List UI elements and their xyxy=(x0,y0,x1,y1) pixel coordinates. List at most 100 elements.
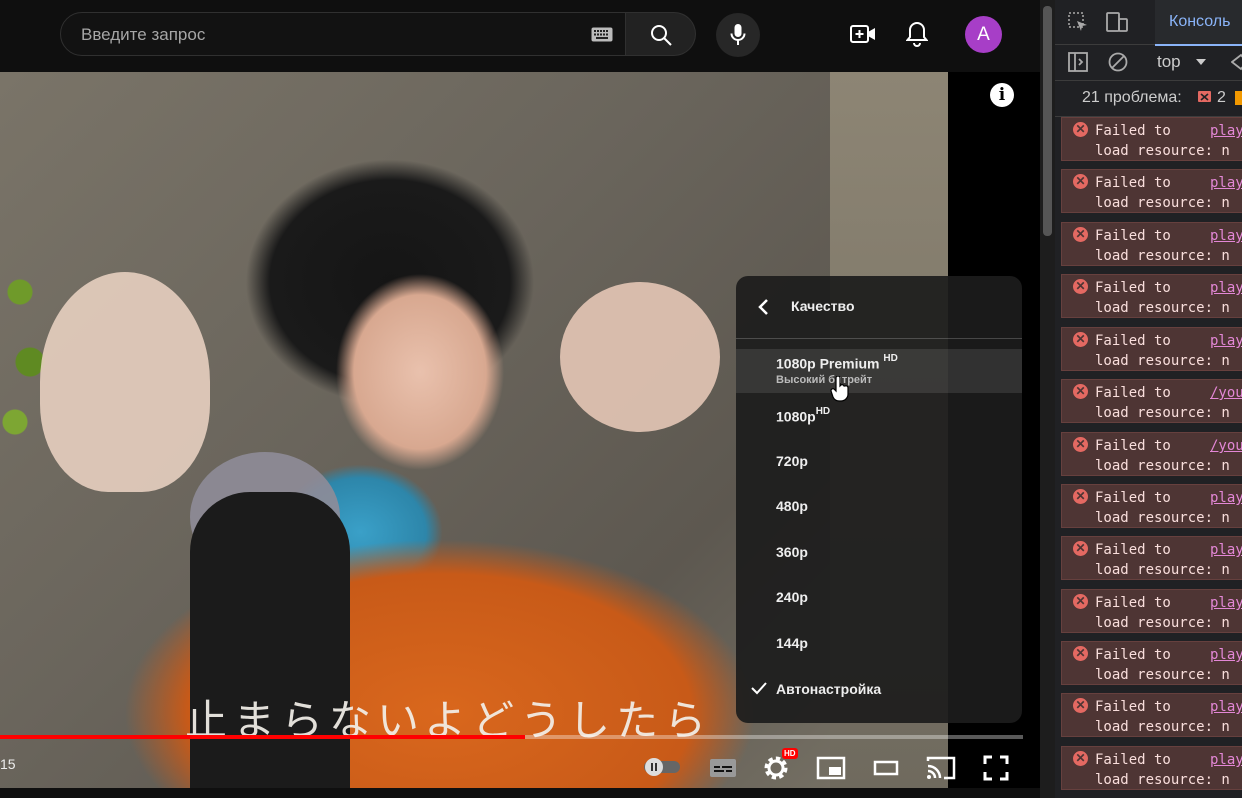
keyboard-icon[interactable] xyxy=(591,27,613,42)
issues-label: 21 проблема: xyxy=(1082,89,1182,106)
console-error-row[interactable]: ✕ Failed to play load resource: n xyxy=(1061,589,1242,633)
error-text-continued: load resource: n xyxy=(1095,615,1230,631)
quality-option-480p[interactable]: 480p xyxy=(736,485,1022,529)
error-text: Failed to xyxy=(1095,490,1171,506)
issues-bar[interactable]: 21 проблема: 2 xyxy=(1055,80,1242,117)
error-icon: ✕ xyxy=(1073,384,1088,399)
error-source-link[interactable]: play xyxy=(1210,542,1242,558)
fullscreen-icon[interactable] xyxy=(980,752,1012,784)
error-text-continued: load resource: n xyxy=(1095,248,1230,264)
error-icon: ✕ xyxy=(1073,594,1088,609)
error-icon: ✕ xyxy=(1073,174,1088,189)
error-text-continued: load resource: n xyxy=(1095,667,1230,683)
error-icon: ✕ xyxy=(1073,489,1088,504)
checkmark-icon xyxy=(751,682,767,695)
console-toolbar: top xyxy=(1055,44,1242,81)
search-input[interactable]: Введите запрос xyxy=(81,25,205,45)
error-source-link[interactable]: play xyxy=(1210,333,1242,349)
quality-label: 240p xyxy=(776,589,808,605)
console-error-row[interactable]: ✕ Failed to play load resource: n xyxy=(1061,484,1242,528)
progress-bar[interactable] xyxy=(0,735,1023,739)
sidebar-toggle-icon[interactable] xyxy=(1067,51,1089,73)
error-source-link[interactable]: play xyxy=(1210,228,1242,244)
quality-option-360p[interactable]: 360p xyxy=(736,531,1022,575)
console-error-row[interactable]: ✕ Failed to/you load resource: n xyxy=(1061,379,1242,423)
issues-error-count: 2 xyxy=(1217,89,1226,106)
quality-option-144p[interactable]: 144p xyxy=(736,622,1022,666)
error-source-link[interactable]: play xyxy=(1210,490,1242,506)
device-toolbar-icon[interactable] xyxy=(1105,11,1129,33)
quality-option-1080p[interactable]: 1080pHD xyxy=(736,394,1022,438)
quality-sublabel: Высокий битрейт xyxy=(776,374,873,386)
quality-option-1080p-premium[interactable]: 1080p Premium HD Высокий битрейт xyxy=(736,349,1022,393)
quality-label: 1080p Premium xyxy=(776,355,880,372)
error-icon: ✕ xyxy=(1073,437,1088,452)
account-avatar[interactable]: A xyxy=(965,16,1002,53)
quality-label: 480p xyxy=(776,498,808,514)
search-box[interactable]: Введите запрос xyxy=(60,12,626,56)
quality-option-auto[interactable]: Автонастройка xyxy=(736,668,1022,712)
error-text-continued: load resource: n xyxy=(1095,405,1230,421)
devtools-panel: Консоль top 21 проблема: 2 ✕ Failed to pla… xyxy=(1055,0,1242,798)
settings-button[interactable]: HD xyxy=(760,748,798,784)
tab-console-label: Консоль xyxy=(1169,13,1231,30)
error-source-link[interactable]: /you xyxy=(1210,385,1242,401)
error-source-link[interactable]: play xyxy=(1210,752,1242,768)
scrollbar-thumb[interactable] xyxy=(1043,6,1052,236)
quality-option-240p[interactable]: 240p xyxy=(736,576,1022,620)
microphone-icon xyxy=(730,24,746,45)
tab-console[interactable]: Консоль xyxy=(1155,0,1242,46)
back-chevron-icon[interactable] xyxy=(756,296,770,318)
subtitles-icon[interactable] xyxy=(707,752,739,784)
quality-menu-header[interactable]: Качество xyxy=(736,276,1022,339)
page-scrollbar[interactable] xyxy=(1040,0,1055,798)
autoplay-toggle[interactable] xyxy=(642,754,682,780)
error-source-link[interactable]: play xyxy=(1210,280,1242,296)
console-error-row[interactable]: ✕ Failed to play load resource: n xyxy=(1061,693,1242,737)
console-error-row[interactable]: ✕ Failed to play load resource: n xyxy=(1061,117,1242,161)
error-text: Failed to xyxy=(1095,333,1171,349)
notifications-bell-icon[interactable] xyxy=(906,21,928,47)
error-source-link[interactable]: play xyxy=(1210,595,1242,611)
error-icon: ✕ xyxy=(1073,646,1088,661)
error-text: Failed to xyxy=(1095,647,1171,663)
search-button[interactable] xyxy=(626,12,696,56)
devtools-toolbar: Консоль xyxy=(1055,0,1242,46)
error-text-continued: load resource: n xyxy=(1095,458,1230,474)
console-error-row[interactable]: ✕ Failed to play load resource: n xyxy=(1061,169,1242,213)
error-text-continued: load resource: n xyxy=(1095,353,1230,369)
console-error-row[interactable]: ✕ Failed to play load resource: n xyxy=(1061,536,1242,580)
console-error-row[interactable]: ✕ Failed to play load resource: n xyxy=(1061,274,1242,318)
console-error-row[interactable]: ✕ Failed to/you load resource: n xyxy=(1061,432,1242,476)
error-text: Failed to xyxy=(1095,123,1171,139)
error-source-link[interactable]: /you xyxy=(1210,438,1242,454)
quality-label: 720p xyxy=(776,453,808,469)
context-selector[interactable]: top xyxy=(1157,52,1181,72)
cast-icon[interactable] xyxy=(925,752,957,784)
console-error-row[interactable]: ✕ Failed to play load resource: n xyxy=(1061,222,1242,266)
console-error-row[interactable]: ✕ Failed to play load resource: n xyxy=(1061,641,1242,685)
error-source-link[interactable]: play xyxy=(1210,123,1242,139)
create-video-icon[interactable] xyxy=(850,23,876,45)
quality-label: 144p xyxy=(776,635,808,651)
error-source-link[interactable]: play xyxy=(1210,699,1242,715)
error-icon: ✕ xyxy=(1073,279,1088,294)
error-text-continued: load resource: n xyxy=(1095,719,1230,735)
quality-menu-title: Качество xyxy=(791,298,855,314)
error-icon: ✕ xyxy=(1073,332,1088,347)
inspect-element-icon[interactable] xyxy=(1067,11,1089,33)
theater-mode-icon[interactable] xyxy=(870,752,902,784)
miniplayer-icon[interactable] xyxy=(815,752,847,784)
chevron-down-icon[interactable] xyxy=(1195,57,1207,67)
clear-console-icon[interactable] xyxy=(1107,51,1129,73)
console-error-row[interactable]: ✕ Failed to play load resource: n xyxy=(1061,327,1242,371)
error-source-link[interactable]: play xyxy=(1210,175,1242,191)
voice-search-button[interactable] xyxy=(716,13,760,57)
error-icon: ✕ xyxy=(1073,751,1088,766)
error-text-continued: load resource: n xyxy=(1095,143,1230,159)
console-error-row[interactable]: ✕ Failed to play load resource: n xyxy=(1061,746,1242,790)
eye-icon[interactable] xyxy=(1231,52,1242,72)
error-source-link[interactable]: play xyxy=(1210,647,1242,663)
quality-option-720p[interactable]: 720p xyxy=(736,440,1022,484)
info-icon[interactable]: i xyxy=(990,83,1014,107)
